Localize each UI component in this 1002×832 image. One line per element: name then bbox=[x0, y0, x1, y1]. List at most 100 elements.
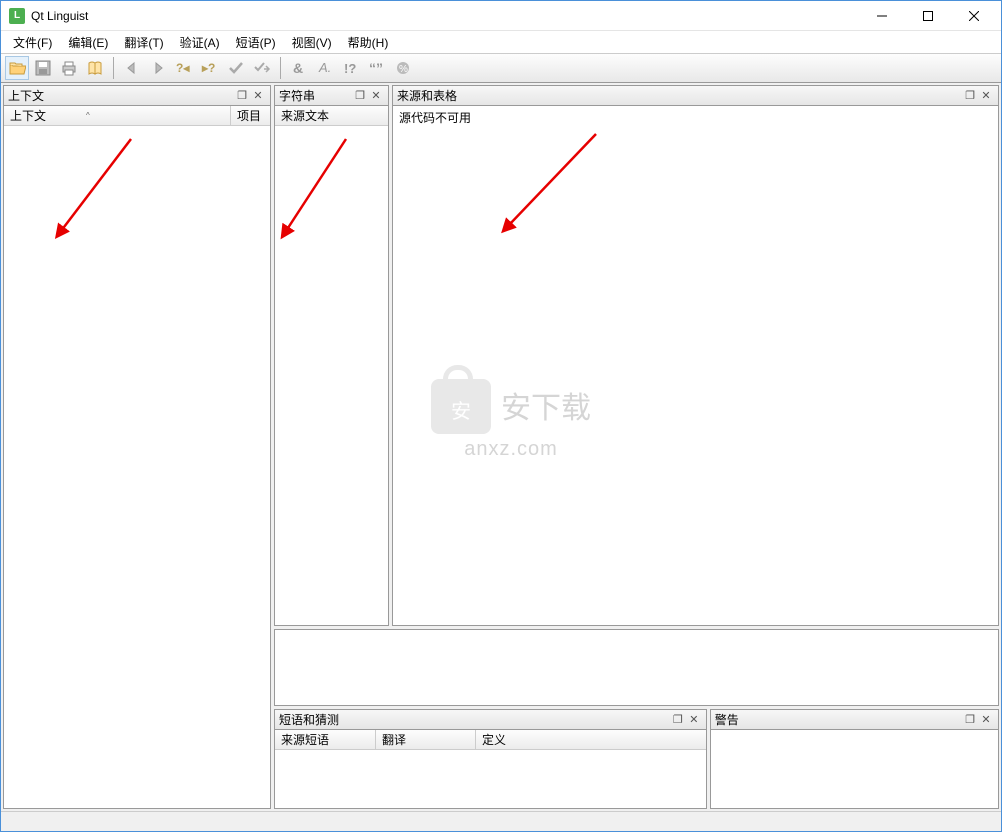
svg-text:“”: “” bbox=[369, 60, 383, 76]
column-header-translation[interactable]: 翻译 bbox=[375, 730, 475, 749]
panel-float-button[interactable]: ❐ bbox=[962, 88, 978, 104]
strings-column-headers: 来源文本 bbox=[275, 106, 388, 126]
warnings-list[interactable] bbox=[711, 730, 998, 808]
phrases-guesses-panel: 短语和猜测 ❐ ✕ 来源短语 翻译 定义 bbox=[274, 709, 707, 809]
translation-editor[interactable] bbox=[274, 629, 999, 706]
column-label: 上下文 bbox=[10, 107, 46, 124]
toolbar: ?◂ ▸? & A. !? “” % bbox=[1, 53, 1001, 83]
menu-edit[interactable]: 编辑(E) bbox=[60, 32, 116, 53]
panel-close-button[interactable]: ✕ bbox=[686, 712, 702, 728]
window-title: Qt Linguist bbox=[31, 9, 859, 23]
column-header-context[interactable]: 上下文 ^ bbox=[4, 106, 230, 125]
panel-close-button[interactable]: ✕ bbox=[978, 88, 994, 104]
check-icon bbox=[227, 59, 245, 77]
phrasebook-button[interactable] bbox=[83, 56, 107, 80]
book-icon bbox=[86, 59, 104, 77]
panel-header: 短语和猜测 ❐ ✕ bbox=[275, 710, 706, 730]
panel-close-button[interactable]: ✕ bbox=[978, 712, 994, 728]
done-next-button[interactable] bbox=[250, 56, 274, 80]
menu-translate[interactable]: 翻译(T) bbox=[116, 32, 171, 53]
percent-icon: % bbox=[394, 59, 412, 77]
strings-panel: 字符串 ❐ ✕ 来源文本 bbox=[274, 85, 389, 626]
print-button[interactable] bbox=[57, 56, 81, 80]
svg-text:▸?: ▸? bbox=[201, 61, 215, 75]
panel-float-button[interactable]: ❐ bbox=[962, 712, 978, 728]
panel-title: 来源和表格 bbox=[397, 87, 962, 104]
source-unavailable-text: 源代码不可用 bbox=[393, 106, 998, 129]
main-content: 上下文 ❐ ✕ 上下文 ^ 项目 字符串 ❐ ✕ bbox=[1, 83, 1001, 811]
svg-text:A.: A. bbox=[318, 60, 331, 75]
validate-punctuation-button[interactable]: !? bbox=[339, 56, 363, 80]
column-header-definition[interactable]: 定义 bbox=[475, 730, 706, 749]
context-panel: 上下文 ❐ ✕ 上下文 ^ 项目 bbox=[3, 85, 271, 809]
svg-text:&: & bbox=[293, 60, 303, 76]
sort-indicator-icon: ^ bbox=[86, 111, 90, 120]
minimize-icon bbox=[877, 11, 887, 21]
menu-validate[interactable]: 验证(A) bbox=[172, 32, 228, 53]
arrow-left-icon bbox=[124, 60, 140, 76]
done-button[interactable] bbox=[224, 56, 248, 80]
phrases-list[interactable] bbox=[275, 750, 706, 808]
svg-text:%: % bbox=[399, 64, 408, 75]
context-list[interactable] bbox=[4, 126, 270, 808]
validate-phrases-button[interactable]: “” bbox=[365, 56, 389, 80]
menu-view[interactable]: 视图(V) bbox=[284, 32, 340, 53]
panel-title: 字符串 bbox=[279, 87, 352, 104]
app-icon: L bbox=[9, 8, 25, 24]
strings-list[interactable] bbox=[275, 126, 388, 625]
maximize-icon bbox=[923, 11, 933, 21]
prev-unfinished-button[interactable]: ?◂ bbox=[172, 56, 196, 80]
menu-bar: 文件(F) 编辑(E) 翻译(T) 验证(A) 短语(P) 视图(V) 帮助(H… bbox=[1, 31, 1001, 53]
panel-close-button[interactable]: ✕ bbox=[368, 88, 384, 104]
next-button[interactable] bbox=[146, 56, 170, 80]
toolbar-separator bbox=[280, 57, 281, 79]
arrow-right-icon bbox=[150, 60, 166, 76]
menu-help[interactable]: 帮助(H) bbox=[340, 32, 397, 53]
maximize-button[interactable] bbox=[905, 2, 951, 30]
folder-open-icon bbox=[8, 59, 26, 77]
column-header-items[interactable]: 项目 bbox=[230, 106, 270, 125]
column-header-source-text[interactable]: 来源文本 bbox=[275, 106, 388, 125]
panel-float-button[interactable]: ❐ bbox=[234, 88, 250, 104]
svg-text:!?: !? bbox=[344, 61, 356, 76]
phrases-column-headers: 来源短语 翻译 定义 bbox=[275, 730, 706, 750]
ampersand-icon: & bbox=[290, 59, 308, 77]
panel-float-button[interactable]: ❐ bbox=[670, 712, 686, 728]
panel-float-button[interactable]: ❐ bbox=[352, 88, 368, 104]
context-column-headers: 上下文 ^ 项目 bbox=[4, 106, 270, 126]
next-question-icon: ▸? bbox=[201, 59, 219, 77]
close-icon bbox=[969, 11, 979, 21]
menu-phrases[interactable]: 短语(P) bbox=[228, 32, 284, 53]
a-underline-icon: A. bbox=[316, 59, 334, 77]
source-code-viewer: 源代码不可用 bbox=[393, 106, 998, 625]
prev-button[interactable] bbox=[120, 56, 144, 80]
printer-icon bbox=[60, 59, 78, 77]
save-button[interactable] bbox=[31, 56, 55, 80]
validate-placemarker-button[interactable]: % bbox=[391, 56, 415, 80]
svg-text:?◂: ?◂ bbox=[176, 61, 190, 75]
panel-title: 警告 bbox=[715, 711, 962, 728]
column-header-source-phrase[interactable]: 来源短语 bbox=[275, 730, 375, 749]
menu-file[interactable]: 文件(F) bbox=[5, 32, 60, 53]
close-button[interactable] bbox=[951, 2, 997, 30]
next-unfinished-button[interactable]: ▸? bbox=[198, 56, 222, 80]
title-bar: L Qt Linguist bbox=[1, 1, 1001, 31]
exclaim-question-icon: !? bbox=[342, 59, 360, 77]
validate-surrounding-button[interactable]: A. bbox=[313, 56, 337, 80]
prev-question-icon: ?◂ bbox=[175, 59, 193, 77]
check-next-icon bbox=[253, 59, 271, 77]
minimize-button[interactable] bbox=[859, 2, 905, 30]
validate-accelerators-button[interactable]: & bbox=[287, 56, 311, 80]
panel-close-button[interactable]: ✕ bbox=[250, 88, 266, 104]
panel-title: 短语和猜测 bbox=[279, 711, 670, 728]
panel-title: 上下文 bbox=[8, 87, 234, 104]
status-bar bbox=[1, 811, 1001, 831]
panel-header: 字符串 ❐ ✕ bbox=[275, 86, 388, 106]
panel-header: 上下文 ❐ ✕ bbox=[4, 86, 270, 106]
toolbar-separator bbox=[113, 57, 114, 79]
open-button[interactable] bbox=[5, 56, 29, 80]
source-forms-panel: 来源和表格 ❐ ✕ 源代码不可用 bbox=[392, 85, 999, 626]
panel-header: 警告 ❐ ✕ bbox=[711, 710, 998, 730]
panel-header: 来源和表格 ❐ ✕ bbox=[393, 86, 998, 106]
floppy-icon bbox=[34, 59, 52, 77]
